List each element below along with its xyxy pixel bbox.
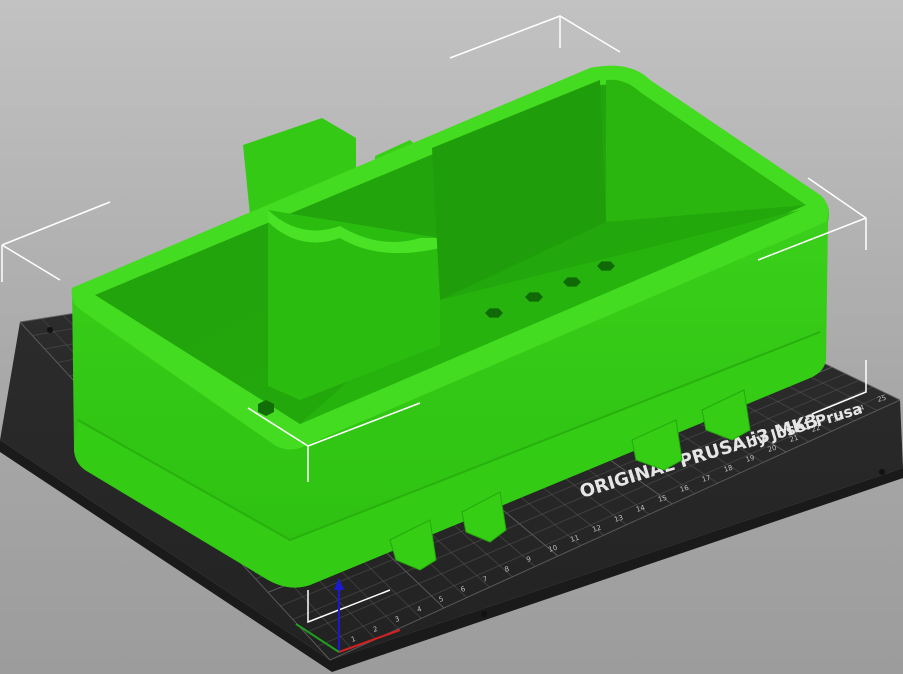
- 3d-viewport[interactable]: 1234567891011121314151617181920212223242…: [0, 0, 903, 674]
- bed-screw: [879, 469, 885, 475]
- inner-right-wall: [606, 79, 806, 222]
- bed-screw: [47, 327, 53, 333]
- bed-screw: [481, 611, 487, 617]
